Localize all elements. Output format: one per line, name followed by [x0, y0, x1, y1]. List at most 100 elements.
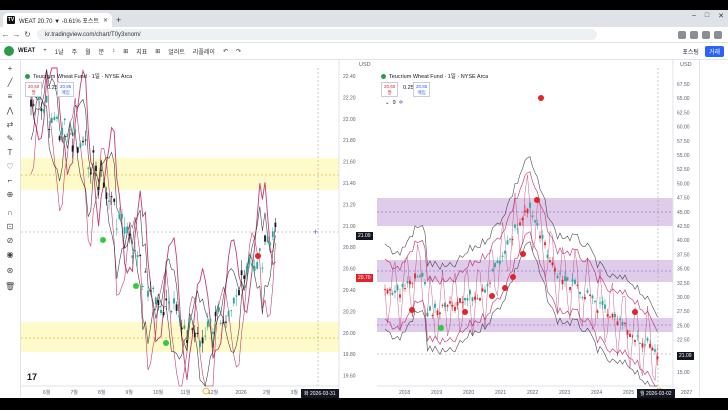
extension-icon[interactable] [690, 30, 698, 39]
candle [511, 238, 514, 241]
right-chart-pane[interactable]: 67.50 65.00 62.50 60.00 57.50 55.00 52.50 50.00… [377, 60, 699, 398]
brush-icon[interactable]: ✎ [5, 134, 15, 143]
buy-label: 매입 [417, 89, 426, 95]
candle [631, 335, 634, 337]
close-icon[interactable]: ✕ [103, 17, 108, 24]
toolbar-item[interactable]: ⊞ [155, 48, 160, 55]
toolbar-item[interactable]: 월 [85, 47, 91, 56]
magnet-icon[interactable]: ∩ [5, 208, 15, 217]
url-field[interactable]: kr.tradingview.com/chart/T0y3xnom/ [37, 29, 597, 40]
left-chart-pane[interactable]: 22.40 22.20 22.00 21.80 21.60 21.40 21.20 21.00… [21, 60, 376, 398]
candle [549, 260, 551, 263]
trash-icon[interactable]: 🗑 [5, 282, 15, 291]
buy-button[interactable]: 20.85 매입 [57, 82, 75, 97]
candle [634, 340, 636, 342]
candle [636, 335, 639, 337]
crosshair-cursor: + [313, 227, 318, 237]
price-tick-label: 27.50 [677, 309, 690, 315]
minimize-button[interactable]: – [692, 12, 696, 20]
price-tick-label: 40.00 [677, 238, 690, 244]
text-icon[interactable]: T [5, 148, 15, 157]
extension-icon[interactable] [702, 30, 710, 39]
profile-icon[interactable] [714, 30, 722, 39]
candle [201, 337, 204, 344]
left-chart-canvas[interactable]: 22.40 22.20 22.00 21.80 21.60 21.40 21.20 21.00… [21, 60, 376, 398]
reload-icon[interactable]: ↻ [22, 30, 33, 39]
price-tick-label: 30.00 [677, 295, 690, 301]
symbol-button[interactable]: WEAT [18, 48, 35, 54]
indicators-button[interactable]: 지표 [136, 47, 147, 56]
candle [556, 275, 559, 279]
fib-icon[interactable]: ≡ [5, 92, 15, 101]
hide-icon[interactable]: ⊘ [5, 236, 15, 245]
forward-icon[interactable]: → [11, 30, 22, 39]
posting-button[interactable]: 포스팅 [682, 47, 699, 56]
candle [131, 255, 134, 259]
candle [414, 273, 416, 279]
toolbar-item[interactable]: 주 [72, 47, 78, 56]
time-tick-label: 2022 [527, 390, 538, 396]
maximize-button[interactable]: □ [705, 12, 709, 20]
sell-button[interactable]: 20.60 팔 [381, 82, 399, 97]
right-chart-canvas[interactable]: 67.50 65.00 62.50 60.00 57.50 55.00 52.50 50.00… [377, 60, 699, 398]
candle [89, 172, 92, 175]
alerts-button[interactable]: 얼러트 [168, 47, 185, 56]
trade-button[interactable]: 거래 [704, 45, 724, 57]
time-tick-label: 12월 [208, 389, 219, 396]
candle [271, 231, 274, 237]
avatar[interactable] [4, 46, 14, 56]
candle [491, 269, 494, 272]
forecast-icon[interactable]: ⇄ [5, 120, 15, 129]
zoom-icon[interactable]: ⊕ [5, 190, 15, 199]
price-tick-label: 45.00 [677, 210, 690, 216]
pattern-icon[interactable]: ⋀ [5, 106, 15, 115]
toolbar-item[interactable]: + [43, 48, 47, 54]
candle [230, 310, 233, 312]
toolbar-item[interactable]: 1날 [55, 47, 64, 56]
time-tick-label: 2026 [236, 390, 247, 396]
crosshair-date: 화 2026-03-31 [301, 389, 339, 398]
candle [629, 333, 631, 337]
candle [539, 235, 541, 239]
replay-button[interactable]: 리플레이 [193, 47, 215, 56]
candle [251, 263, 253, 267]
new-tab-icon[interactable]: + [116, 13, 121, 27]
extension-icon[interactable] [678, 30, 686, 39]
time-tick-label: 2027 [681, 390, 692, 396]
browser-tab[interactable]: TV WEAT 20.70 ▼ -0.61% 포스트 ✕ [3, 13, 113, 27]
redo-button[interactable]: ↷ [236, 48, 241, 55]
trendline-icon[interactable]: ╱ [5, 78, 15, 87]
candle [479, 298, 481, 301]
toolbar-item[interactable]: 분 [99, 47, 105, 56]
crosshair-icon[interactable]: + [5, 64, 15, 73]
toolbar-item[interactable]: ↕ [112, 48, 115, 54]
price-tick-label: 20.00 [343, 331, 356, 337]
indicator-toggle[interactable]: ⌄ 9 ✲ [385, 100, 403, 106]
undo-button[interactable]: ↶ [223, 48, 228, 55]
heart-icon[interactable]: ♡ [5, 162, 15, 171]
candle [454, 306, 456, 311]
price-tick-label: 37.50 [677, 252, 690, 258]
crosshair-price-label: 21.09 [356, 232, 373, 240]
close-window-button[interactable]: ✕ [718, 12, 724, 20]
candle [188, 320, 191, 324]
buy-price: 20.85 [416, 84, 428, 89]
back-icon[interactable]: ← [0, 30, 11, 39]
candle [554, 268, 556, 272]
right-sidebar [699, 60, 728, 398]
candle [258, 248, 261, 251]
indicator-count: 9 [392, 100, 396, 106]
sell-button[interactable]: 20.60 팔 [25, 82, 43, 97]
sync-icon[interactable]: ⊛ [5, 266, 15, 275]
candle [178, 314, 181, 318]
sell-signal-marker [502, 285, 508, 291]
candle [170, 310, 173, 313]
candle [441, 304, 444, 306]
candle [561, 279, 564, 285]
buy-button[interactable]: 20.85 매입 [413, 82, 431, 97]
price-tick-label: 62.50 [677, 110, 690, 116]
toolbar-item[interactable]: ⊞ [123, 48, 128, 55]
lock-icon[interactable]: ⊡ [5, 222, 15, 231]
eye-icon[interactable]: ◉ [5, 250, 15, 259]
ruler-icon[interactable]: ⌐ [5, 176, 15, 185]
